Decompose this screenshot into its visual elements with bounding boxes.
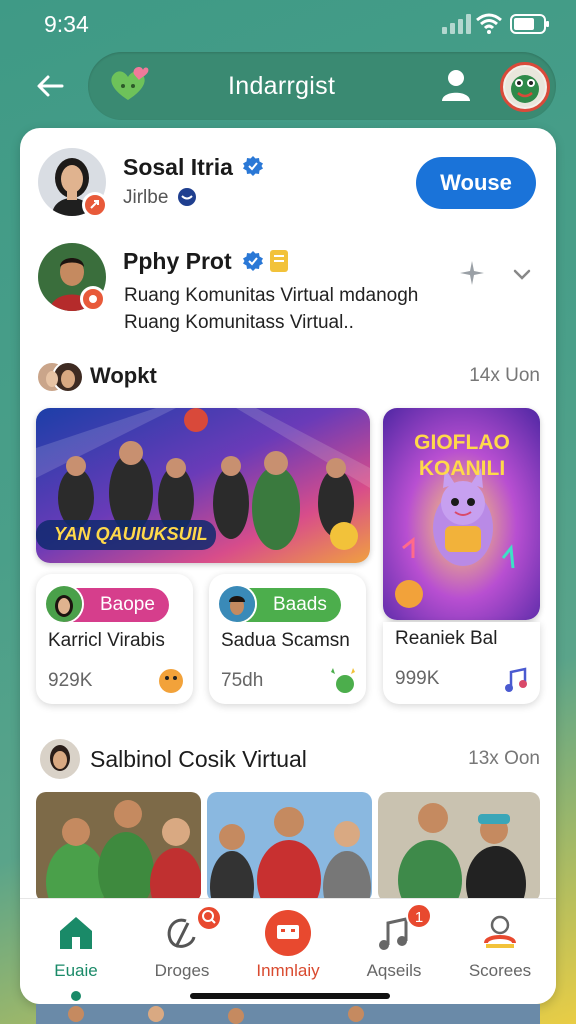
sparkle-icon[interactable] xyxy=(458,259,486,287)
search-badge-icon xyxy=(196,905,222,931)
nav-label: Inmnlaiy xyxy=(256,961,320,980)
group-photo-3[interactable] xyxy=(378,792,540,902)
group-avatars-icon xyxy=(36,361,84,393)
status-time: 9:34 xyxy=(44,11,89,37)
header-pill: Indarrgist xyxy=(88,52,556,120)
verified-small-icon xyxy=(178,188,196,206)
nav-aqseils[interactable]: 1 Aqseils xyxy=(344,903,444,980)
post-author-name[interactable]: Pphy Prot xyxy=(123,248,232,275)
profile-podium-icon xyxy=(484,915,516,948)
back-arrow-icon[interactable] xyxy=(32,68,68,104)
avatar-icon xyxy=(38,737,82,781)
home-indicator xyxy=(190,993,390,999)
section-header-wopkt: Wopkt 14x Uon xyxy=(36,353,540,399)
post-body: Ruang Komunitas Virtual mdanogh Ruang Ko… xyxy=(124,282,418,336)
notification-badge: 1 xyxy=(406,903,432,929)
section-title: Wopkt xyxy=(90,363,157,388)
verified-badge-icon xyxy=(243,251,263,271)
nav-label: Scorees xyxy=(468,961,532,980)
community-title: Sadua Scamsn xyxy=(221,630,350,651)
group-photo-1[interactable] xyxy=(36,792,201,902)
app-title: Indarrgist xyxy=(228,72,336,100)
wifi-icon xyxy=(476,13,502,34)
cellular-signal-icon xyxy=(442,14,471,34)
poster-text: GIOFLAO KOANILI xyxy=(414,431,510,480)
friends-photo xyxy=(36,792,201,902)
battery-icon xyxy=(510,14,549,34)
frog-avatar-icon xyxy=(505,67,545,107)
bottom-navigation: Euaie Droges Inmnlaiy 1 Aqseils Scorees xyxy=(20,898,556,1004)
nav-label: Euaie xyxy=(54,961,98,980)
section-meta: 13x Oon xyxy=(468,748,540,769)
profile-avatar[interactable] xyxy=(500,62,550,112)
friends-photo xyxy=(378,792,540,902)
live-badge-icon xyxy=(80,286,106,312)
community-card[interactable]: Reaniek Bal 999K xyxy=(383,622,540,704)
peek-photo xyxy=(36,1004,540,1024)
post-body-line: Ruang Komunitass Virtual.. xyxy=(124,312,354,333)
follow-button[interactable]: Wouse xyxy=(416,157,536,209)
community-title: Reaniek Bal xyxy=(395,628,498,649)
community-count: 929K xyxy=(48,670,93,691)
background-peek xyxy=(36,1004,540,1024)
poster-tile[interactable]: GIOFLAO KOANILI xyxy=(383,408,540,620)
home-icon xyxy=(60,917,92,949)
chip-avatar xyxy=(217,584,257,624)
nav-droges[interactable]: Droges xyxy=(132,905,232,980)
user-icon[interactable] xyxy=(440,68,472,102)
group-photo-2[interactable] xyxy=(207,792,372,902)
section-title: Salbinol Cosik Virtual xyxy=(90,746,307,772)
community-card[interactable]: Baads Sadua Scamsn 75dh xyxy=(209,574,366,704)
sparkle-sticker-icon xyxy=(331,668,355,693)
community-title: Karricl Virabis xyxy=(48,630,165,651)
verified-badge-icon xyxy=(243,156,263,176)
post-body-line: Ruang Komunitas Virtual mdanogh xyxy=(124,285,419,306)
community-count: 75dh xyxy=(221,670,264,691)
post-author-handle: Jirlbe xyxy=(123,187,169,208)
active-indicator xyxy=(71,991,81,1001)
top-bar: Indarrgist xyxy=(20,52,556,120)
music-note-icon xyxy=(505,667,527,692)
nav-scorees[interactable]: Scorees xyxy=(450,909,550,980)
nav-home[interactable]: Euaie xyxy=(26,909,126,1001)
chip-avatar xyxy=(44,584,84,624)
post-sosal-itria: Sosal Itria Jirlbe Wouse xyxy=(20,128,556,228)
inbox-icon xyxy=(265,910,311,956)
post-author-name[interactable]: Sosal Itria xyxy=(123,154,233,181)
concert-banner[interactable]: YAN QAUIUKSUIL xyxy=(36,408,370,563)
community-card[interactable]: Baope Karricl Virabis 929K xyxy=(36,574,193,704)
live-badge-icon xyxy=(82,192,108,218)
banner-caption: YAN QAUIUKSUIL xyxy=(54,524,208,544)
community-count: 999K xyxy=(395,668,440,689)
sticker-icon xyxy=(159,669,183,693)
bookmark-tag-icon xyxy=(270,250,288,272)
friends-photo xyxy=(207,792,372,902)
feed-card: Sosal Itria Jirlbe Wouse Pphy Prot Ruang… xyxy=(20,128,556,1004)
nav-label: Aqseils xyxy=(366,961,422,980)
chevron-down-icon[interactable] xyxy=(511,263,533,285)
heart-logo-icon xyxy=(111,67,149,100)
post-pphy-prot: Pphy Prot Ruang Komunitas Virtual mdanog… xyxy=(20,228,556,348)
status-bar: 9:34 xyxy=(0,0,576,50)
section-meta: 14x Uon xyxy=(469,365,540,386)
nav-inmnlaiy[interactable]: Inmnlaiy xyxy=(238,909,338,980)
nav-label: Droges xyxy=(154,961,210,980)
section-header-salbinol: Salbinol Cosik Virtual 13x Oon xyxy=(36,736,540,782)
